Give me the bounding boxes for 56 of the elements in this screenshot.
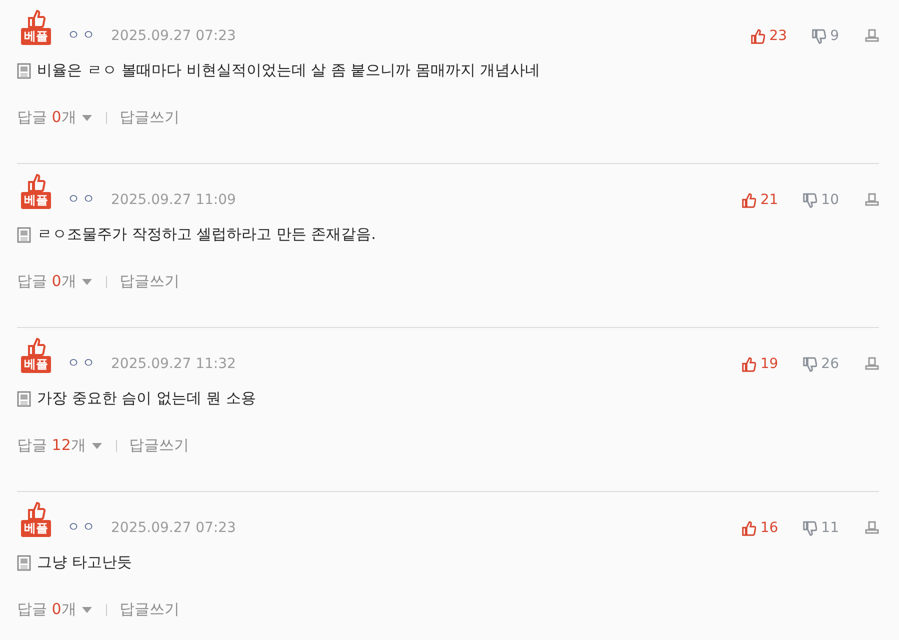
like-button[interactable]: 21 [741, 192, 778, 208]
caret-icon [82, 114, 92, 120]
thumbs-up-icon [26, 174, 46, 192]
reply-toggle[interactable]: 답글 0개 [17, 600, 92, 619]
best-badge: 베플 [21, 520, 51, 537]
reply-toggle[interactable]: 답글 12개 [17, 436, 102, 455]
document-icon [17, 226, 31, 242]
like-button[interactable]: 19 [741, 356, 778, 372]
document-icon [17, 62, 31, 78]
thumbs-up-icon [741, 520, 756, 536]
reply-toggle[interactable]: 답글 0개 [17, 108, 92, 127]
thumbs-down-icon [802, 192, 818, 208]
comment-date: 2025.09.27 11:09 [111, 192, 236, 208]
author-name[interactable]: ㅇㅇ [67, 354, 97, 372]
caret-icon [82, 278, 92, 284]
document-icon [17, 390, 31, 406]
reply-toggle[interactable]: 답글 0개 [17, 272, 92, 291]
report-button[interactable] [865, 521, 879, 535]
thumbs-down-icon [802, 520, 818, 536]
best-badge: 베플 [21, 192, 51, 209]
report-button[interactable] [865, 29, 879, 43]
author-name[interactable]: ㅇㅇ [67, 26, 97, 44]
thumbs-up-icon [750, 28, 766, 44]
comment-text: 가장 중요한 슴이 없는데 뭔 소용 [37, 389, 256, 408]
dislike-button[interactable]: 11 [802, 520, 839, 536]
dislike-button[interactable]: 26 [802, 356, 839, 372]
report-button[interactable] [865, 193, 879, 207]
thumbs-up-icon [741, 192, 756, 208]
dislike-button[interactable]: 9 [811, 28, 839, 44]
thumbs-up-icon [26, 338, 46, 356]
comment-text: ㄹㅇ조물주가 작정하고 셀럽하라고 만든 존재같음. [37, 225, 376, 244]
thumbs-up-icon [741, 356, 756, 372]
best-badge: 베플 [21, 28, 51, 45]
write-reply-link[interactable]: 답글쓰기 [119, 600, 180, 619]
caret-icon [92, 442, 102, 448]
comment-date: 2025.09.27 07:23 [111, 520, 236, 536]
dislike-button[interactable]: 10 [802, 192, 839, 208]
document-icon [17, 554, 31, 570]
caret-icon [82, 606, 92, 612]
like-button[interactable]: 16 [741, 520, 778, 536]
thumbs-down-icon [802, 356, 818, 372]
write-reply-link[interactable]: 답글쓰기 [119, 108, 180, 127]
thumbs-up-icon [26, 10, 46, 28]
like-button[interactable]: 23 [750, 28, 788, 44]
comment-text: 그냥 타고난듯 [37, 553, 132, 572]
author-name[interactable]: ㅇㅇ [67, 518, 97, 536]
report-button[interactable] [865, 357, 879, 371]
author-name[interactable]: ㅇㅇ [67, 190, 97, 208]
write-reply-link[interactable]: 답글쓰기 [128, 436, 189, 455]
thumbs-down-icon [811, 28, 826, 44]
thumbs-up-icon [26, 502, 46, 520]
comment-text: 비율은 ㄹㅇ 볼때마다 비현실적이었는데 살 좀 붙으니까 몸매까지 개념사네 [37, 61, 540, 80]
comment-date: 2025.09.27 11:32 [111, 356, 236, 372]
best-badge: 베플 [21, 356, 51, 373]
comment-date: 2025.09.27 07:23 [111, 28, 236, 44]
write-reply-link[interactable]: 답글쓰기 [119, 272, 180, 291]
